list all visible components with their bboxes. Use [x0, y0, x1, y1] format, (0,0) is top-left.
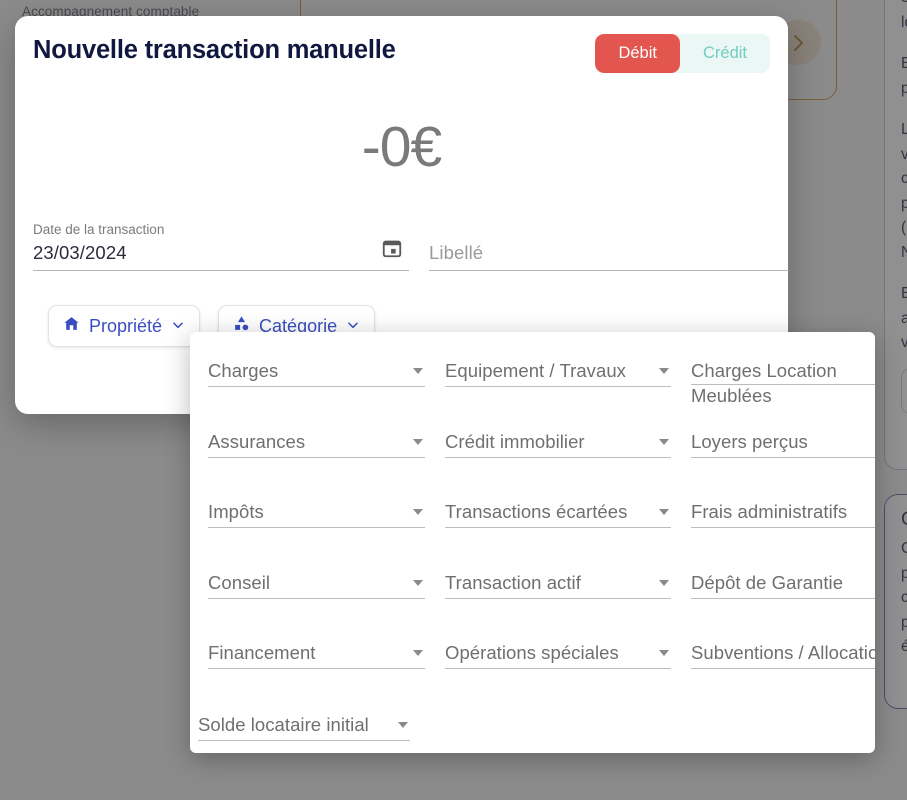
category-select[interactable]: Solde locataire initial — [198, 712, 410, 741]
caret-down-icon — [659, 650, 669, 656]
category-select[interactable]: Conseil — [208, 570, 425, 599]
category-label: Transaction actif — [445, 571, 581, 593]
category-select[interactable]: Crédit immobilier — [445, 429, 671, 458]
category-label: Dépôt de Garantie — [691, 571, 844, 593]
category-select[interactable]: Opérations spéciales — [445, 640, 671, 669]
category-label: Loyers perçus — [691, 430, 808, 452]
category-label: Equipement / Travaux — [445, 360, 626, 381]
category-item[interactable]: Impôts — [208, 499, 425, 570]
date-field-value: 23/03/2024 — [33, 242, 127, 263]
category-item[interactable]: Opérations spéciales — [445, 640, 671, 711]
category-label: Charges Location Meublées — [691, 360, 837, 406]
caret-down-icon — [659, 438, 669, 445]
label-field-placeholder: Libellé — [429, 242, 484, 263]
calendar-icon[interactable] — [381, 237, 403, 264]
category-label: Solde locataire initial — [198, 714, 369, 735]
category-label: Transactions écartées — [445, 501, 628, 522]
category-item[interactable]: Dépôt de Garantie — [691, 570, 875, 641]
category-item[interactable]: Assurances — [208, 429, 425, 500]
category-item[interactable]: Subventions / Allocations — [691, 640, 875, 711]
transaction-label-field[interactable]: Libellé — [429, 242, 789, 271]
category-label: Crédit immobilier — [445, 430, 585, 452]
category-item[interactable]: Crédit immobilier — [445, 429, 671, 500]
category-item[interactable]: Charges — [208, 358, 425, 429]
property-chip-label: Propriété — [89, 315, 163, 336]
chevron-down-icon — [171, 316, 185, 337]
category-grid: Charges Equipement / Travaux Charges Loc… — [208, 358, 875, 711]
home-icon — [63, 315, 80, 337]
category-label: Subventions / Allocations — [691, 642, 875, 663]
category-select[interactable]: Impôts — [208, 499, 425, 528]
caret-down-icon — [398, 722, 408, 728]
caret-down-icon — [413, 650, 423, 656]
category-label: Assurances — [208, 430, 306, 452]
category-item[interactable]: Equipement / Travaux — [445, 358, 671, 429]
category-select[interactable]: Loyers perçus — [691, 429, 875, 458]
category-item[interactable]: Frais administratifs — [691, 499, 875, 570]
modal-title: Nouvelle transaction manuelle — [33, 36, 396, 64]
category-select[interactable]: Transaction actif — [445, 570, 671, 599]
caret-down-icon — [413, 509, 423, 515]
category-select[interactable]: Assurances — [208, 429, 425, 458]
category-select[interactable]: Transactions écartées — [445, 499, 671, 528]
date-field-label: Date de la transaction — [33, 222, 165, 237]
caret-down-icon — [659, 509, 669, 515]
category-item[interactable]: Conseil — [208, 570, 425, 641]
category-dropdown-panel: Charges Equipement / Travaux Charges Loc… — [190, 332, 875, 753]
category-label: Charges — [208, 360, 279, 381]
credit-toggle-button[interactable]: Crédit — [679, 34, 770, 73]
caret-down-icon — [659, 368, 669, 374]
caret-down-icon — [413, 368, 423, 374]
caret-down-icon — [659, 579, 669, 586]
category-select[interactable]: Financement — [208, 640, 425, 669]
application-root: Accompagnement comptable 2 m 3 lo E p L … — [0, 0, 907, 800]
category-label: Opérations spéciales — [445, 642, 619, 663]
category-select[interactable]: Equipement / Travaux — [445, 358, 671, 387]
form-field-row: Date de la transaction 23/03/2024 Libell… — [33, 222, 789, 271]
caret-down-icon — [413, 438, 423, 445]
caret-down-icon — [413, 579, 423, 586]
transaction-type-toggle: Débit Crédit — [595, 34, 770, 73]
category-label: Conseil — [208, 571, 271, 593]
transaction-date-field[interactable]: Date de la transaction 23/03/2024 — [33, 222, 409, 271]
category-item[interactable]: Loyers perçus — [691, 429, 875, 500]
category-item[interactable]: Financement — [208, 640, 425, 711]
amount-display[interactable]: -0€ — [15, 114, 788, 180]
category-item[interactable]: Charges Location Meublées — [691, 358, 875, 429]
category-select[interactable]: Dépôt de Garantie — [691, 570, 875, 599]
category-label: Financement — [208, 642, 316, 663]
category-label: Impôts — [208, 501, 264, 522]
debit-toggle-button[interactable]: Débit — [595, 34, 680, 73]
category-item[interactable]: Transaction actif — [445, 570, 671, 641]
category-label: Frais administratifs — [691, 501, 848, 522]
category-select[interactable]: Charges — [208, 358, 425, 387]
category-select[interactable]: Subventions / Allocations — [691, 640, 875, 669]
category-item-last[interactable]: Solde locataire initial — [198, 712, 410, 783]
category-select[interactable]: Charges Location Meublées — [691, 358, 875, 406]
property-selector-button[interactable]: Propriété — [48, 305, 201, 347]
category-item[interactable]: Transactions écartées — [445, 499, 671, 570]
category-select[interactable]: Frais administratifs — [691, 499, 875, 528]
